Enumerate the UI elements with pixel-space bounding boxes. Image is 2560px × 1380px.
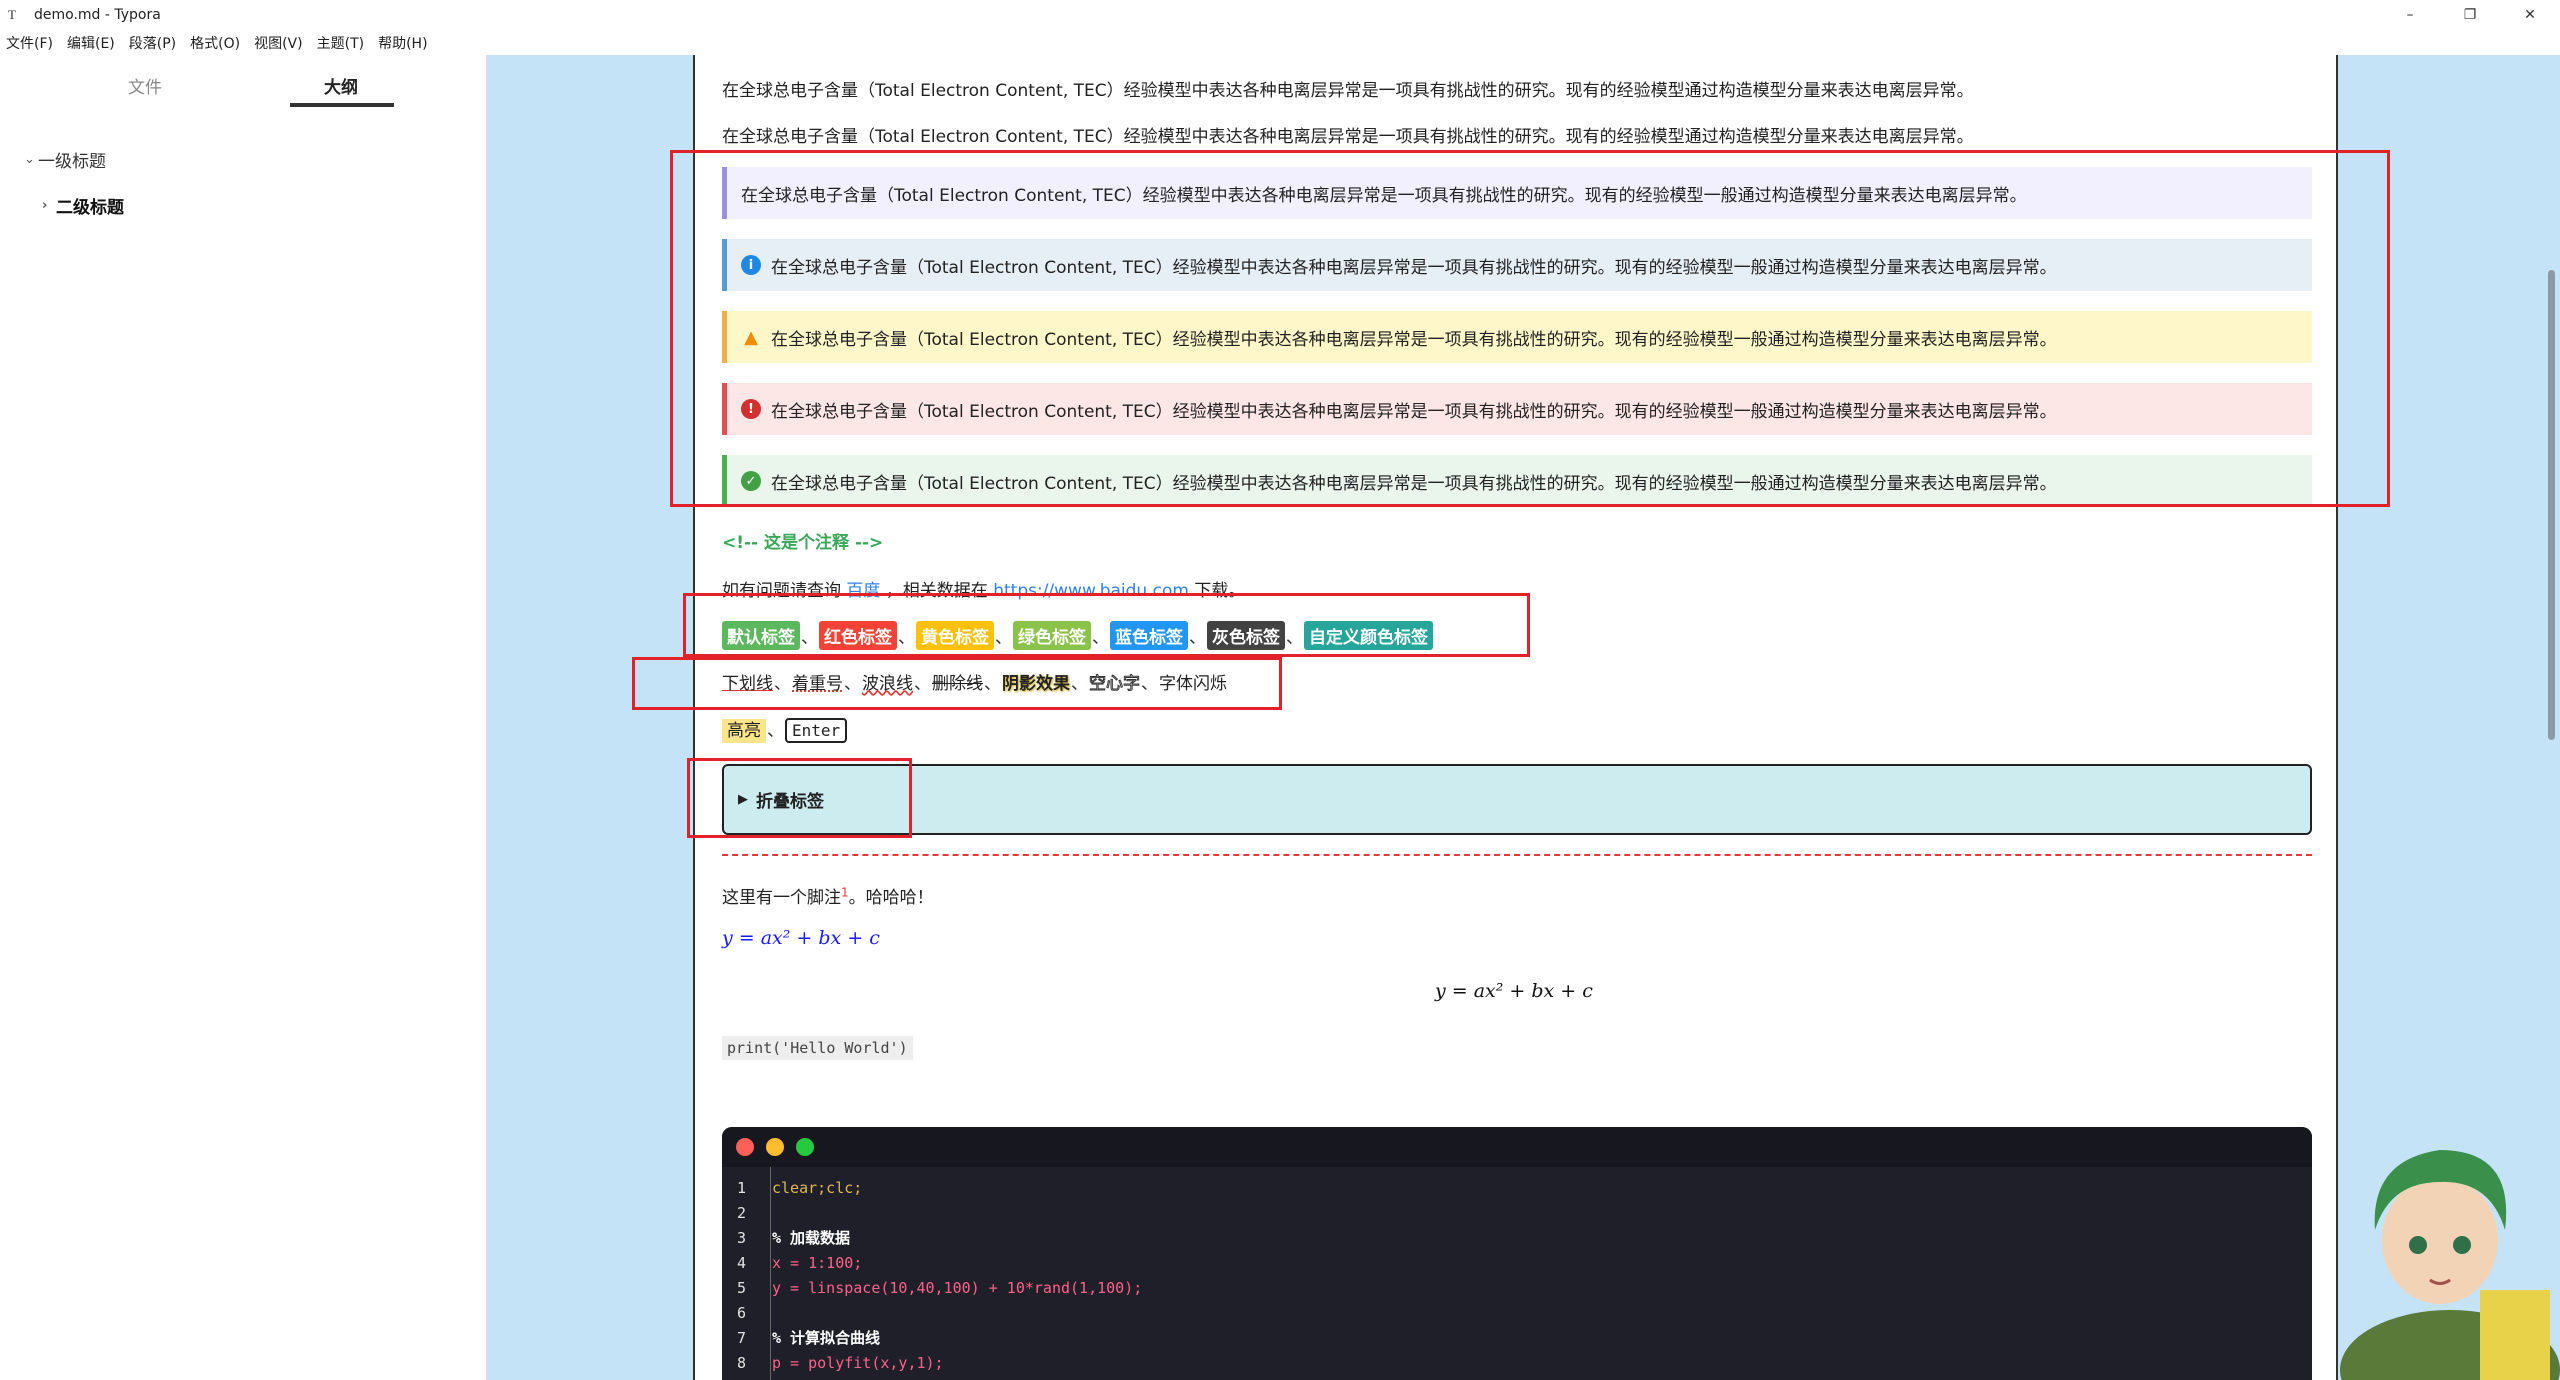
code-text: x = 1:100; (772, 1253, 863, 1272)
annotation-box-details (687, 758, 912, 838)
inline-math[interactable]: y = ax² + bx + c (722, 927, 880, 949)
annotation-box-callouts (670, 150, 2390, 507)
menu-bar: 文件(F) 编辑(E) 段落(P) 格式(O) 视图(V) 主题(T) 帮助(H… (0, 30, 2560, 55)
tab-files[interactable]: 文件 (128, 73, 162, 98)
code-gutter-line (770, 1167, 771, 1380)
kbd-key: Enter (785, 718, 848, 743)
window-title: demo.md - Typora (34, 7, 161, 23)
menu-help[interactable]: 帮助(H) (378, 33, 427, 53)
menu-edit[interactable]: 编辑(E) (67, 33, 115, 53)
outline-tree: ⌄ 一级标题 › 二级标题 (0, 110, 486, 228)
tab-outline[interactable]: 大纲 (324, 73, 358, 98)
menu-format[interactable]: 格式(O) (190, 33, 240, 53)
footnote-ref[interactable]: 1 (841, 885, 849, 899)
menu-theme[interactable]: 主题(T) (317, 33, 364, 53)
outline-item-label: 一级标题 (38, 151, 106, 172)
sidebar-tabs: 文件 大纲 (0, 55, 486, 110)
highlight-row: 高亮、 Enter (722, 716, 848, 743)
scrollbar-thumb[interactable] (2548, 270, 2555, 740)
footnote-paragraph: 这里有一个脚注1。哈哈哈！ (722, 883, 934, 908)
paragraph[interactable]: 在全球总电子含量（Total Electron Content, TEC）经验模… (722, 122, 1974, 147)
highlight-text: 高亮 (722, 719, 766, 743)
code-text: % 计算拟合曲线 (772, 1329, 881, 1347)
collapsible-details[interactable]: ▶ 折叠标签 (722, 764, 2312, 835)
code-line: 7 % 计算拟合曲线 (722, 1325, 2312, 1350)
code-line: 6 (722, 1300, 2312, 1325)
code-line: 8 p = polyfit(x,y,1); (722, 1350, 2312, 1375)
code-line: 3% 加载数据 (722, 1225, 2312, 1250)
outline-item-h1[interactable]: ⌄ 一级标题 (0, 136, 486, 182)
code-text: clear;clc; (772, 1178, 863, 1197)
chevron-right-icon[interactable]: › (42, 198, 56, 213)
line-number: 7 (736, 1328, 746, 1347)
code-block[interactable]: 1 clear;clc; 2 3% 加载数据 4 x = 1:100; 5 y = linsp… (722, 1127, 2312, 1380)
chevron-down-icon[interactable]: ⌄ (24, 152, 38, 167)
inline-code[interactable]: print('Hello World') (722, 1036, 913, 1060)
line-number: 1 (736, 1178, 746, 1197)
outline-item-h2[interactable]: › 二级标题 (0, 182, 486, 228)
code-lines: 1 clear;clc; 2 3% 加载数据 4 x = 1:100; 5 y = linsp… (722, 1167, 2312, 1380)
line-number: 4 (736, 1253, 746, 1272)
typora-app-icon: T (8, 7, 16, 22)
footnote-text: 这里有一个脚注 (722, 888, 841, 908)
code-line: 4 x = 1:100; (722, 1250, 2312, 1275)
line-number: 5 (736, 1278, 746, 1297)
outline-item-label: 二级标题 (56, 197, 124, 218)
maximize-dot-icon (796, 1138, 814, 1156)
active-tab-indicator (290, 103, 394, 107)
code-block-header (722, 1127, 2312, 1167)
close-dot-icon (736, 1138, 754, 1156)
line-number: 3 (736, 1228, 746, 1247)
annotation-box-tags (683, 593, 1530, 657)
sidebar: 文件 大纲 ⌄ 一级标题 › 二级标题 (0, 55, 487, 1380)
paragraph[interactable]: 在全球总电子含量（Total Electron Content, TEC）经验模… (722, 76, 1974, 101)
minimize-dot-icon (766, 1138, 784, 1156)
code-text: y = linspace(10,40,100) + 10*rand(1,100)… (772, 1278, 1143, 1297)
line-number: 6 (736, 1303, 746, 1322)
menu-paragraph[interactable]: 段落(P) (129, 33, 176, 53)
menu-view[interactable]: 视图(V) (254, 33, 303, 53)
line-number: 8 (736, 1353, 746, 1372)
footnote-after: 。哈哈哈！ (848, 888, 934, 908)
anime-avatar-image (2340, 1150, 2560, 1380)
minimize-button[interactable]: – (2380, 0, 2440, 30)
block-math[interactable]: y = ax² + bx + c (1435, 980, 1593, 1002)
title-bar: T demo.md - Typora – ❐ ✕ (0, 0, 2560, 30)
line-number: 2 (736, 1203, 746, 1222)
html-comment[interactable]: <!-- 这是个注释 --> (722, 528, 883, 553)
close-button[interactable]: ✕ (2500, 0, 2560, 30)
annotation-box-text-effects (632, 657, 1282, 710)
maximize-button[interactable]: ❐ (2440, 0, 2500, 30)
code-text: p = polyfit(x,y,1); (772, 1353, 944, 1372)
code-line: 1 clear;clc; (722, 1175, 2312, 1200)
code-line: 5 y = linspace(10,40,100) + 10*rand(1,100… (722, 1275, 2312, 1300)
dashed-divider (722, 854, 2312, 856)
menu-file[interactable]: 文件(F) (6, 33, 53, 53)
code-line: 2 (722, 1200, 2312, 1225)
